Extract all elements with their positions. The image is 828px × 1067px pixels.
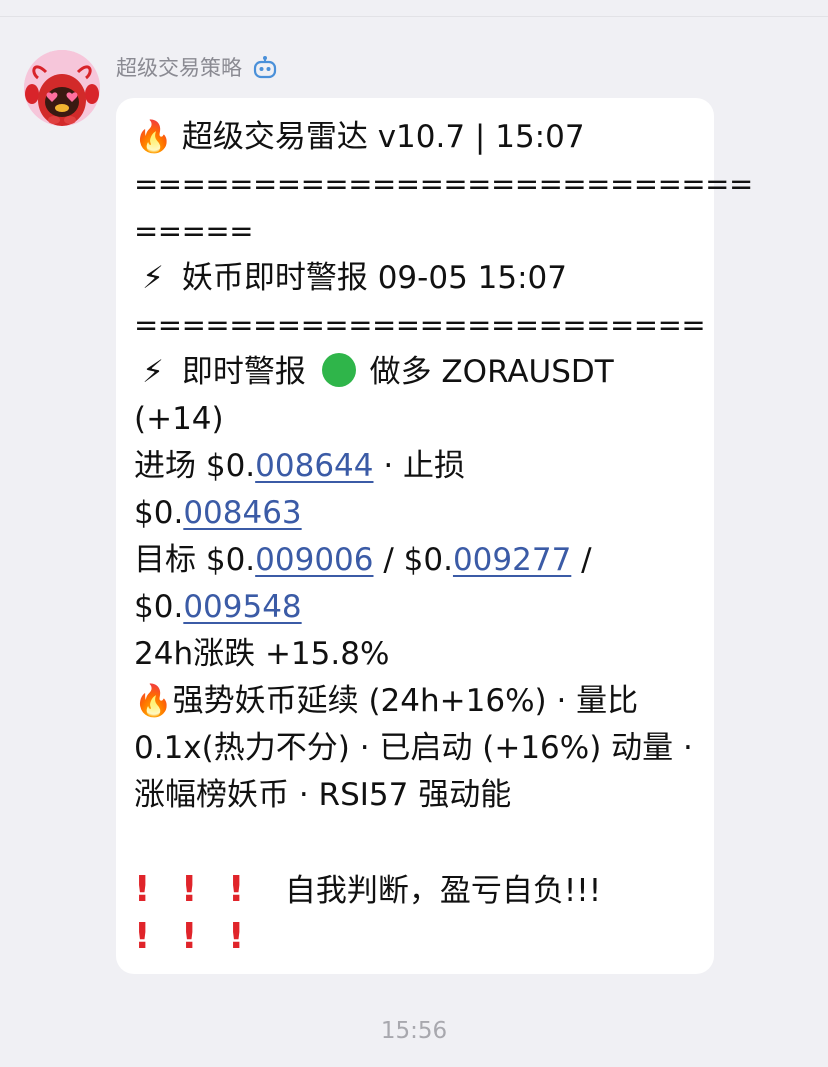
signal-score: (+14) xyxy=(134,401,224,437)
change-24h: 24h涨跌 +15.8% xyxy=(134,636,390,672)
target-separator: / xyxy=(571,542,592,578)
stop-price-link[interactable]: 008463 xyxy=(183,495,301,531)
trend-paragraph: 🔥强势妖币延续 (24h+16%) · 量比 0.1x(热力不分) · 已启动 … xyxy=(134,678,704,819)
warning-line: !!! 自我判断，盈亏自负!!! xyxy=(134,866,704,913)
sender-avatar[interactable] xyxy=(24,50,100,126)
entry-line: 进场 $0.008644 · 止损 xyxy=(134,443,704,490)
entry-label: 进场 $0. xyxy=(134,448,256,484)
lobster-mascot-avatar-icon xyxy=(24,50,100,126)
target-1-link[interactable]: 009006 xyxy=(255,542,373,578)
lightning-icon: ⚡ xyxy=(142,260,164,296)
target-2-link[interactable]: 009277 xyxy=(453,542,571,578)
message-content: 🔥 超级交易雷达 v10.7 | 15:07 =================… xyxy=(134,114,753,960)
signal-line: ⚡ 即时警报 做多 ZORAUSDT xyxy=(134,349,704,396)
entry-price-link[interactable]: 008644 xyxy=(255,448,373,484)
alert-title-line: ⚡ 妖币即时警报 09-05 15:07 xyxy=(134,255,704,302)
target-3-prefix: $0. xyxy=(134,589,184,625)
lightning-icon: ⚡ xyxy=(142,354,164,390)
target-label: 目标 $0. xyxy=(134,542,256,578)
signal-text: 做多 ZORAUSDT xyxy=(369,354,614,390)
bot-icon xyxy=(253,56,277,79)
signal-label: 即时警报 xyxy=(181,354,306,390)
exclamation-icon: ! xyxy=(228,869,245,910)
warning-text: 自我判断，盈亏自负!!! xyxy=(284,873,602,909)
exclamation-icon: ! xyxy=(181,916,198,957)
separator-line: ========================== xyxy=(134,167,753,201)
exclamation-icon: ! xyxy=(134,916,151,957)
message-header-line: 🔥 超级交易雷达 v10.7 | 15:07 xyxy=(134,114,704,161)
top-divider xyxy=(0,0,828,17)
target-line: 目标 $0.009006 / $0.009277 / xyxy=(134,537,704,584)
message-timestamp: 15:56 xyxy=(380,1018,448,1044)
sender-header: 超级交易策略 xyxy=(116,52,278,82)
exclamation-icon: ! xyxy=(181,869,198,910)
stop-line: $0.008463 xyxy=(134,490,704,537)
warning-marks-line: !!! xyxy=(134,913,704,960)
sender-name[interactable]: 超级交易策略 xyxy=(116,52,242,82)
message-header: 超级交易雷达 v10.7 | 15:07 xyxy=(181,119,585,155)
exclamation-icon: ! xyxy=(228,916,245,957)
separator-line: ======================== xyxy=(134,308,706,342)
alert-title: 妖币即时警报 09-05 15:07 xyxy=(181,260,567,296)
target-3-link[interactable]: 009548 xyxy=(183,589,301,625)
fire-icon: 🔥 xyxy=(134,683,173,719)
trend-text: 强势妖币延续 (24h+16%) · 量比 0.1x(热力不分) · 已启动 (… xyxy=(134,683,693,813)
target-3-line: $0.009548 xyxy=(134,584,704,631)
green-circle-icon xyxy=(321,353,356,387)
exclamation-icon: ! xyxy=(134,869,151,910)
separator-line: ===== xyxy=(134,214,254,248)
stop-prefix: $0. xyxy=(134,495,184,531)
target-separator: / $0. xyxy=(373,542,453,578)
stop-label: · 止损 xyxy=(373,448,466,484)
fire-icon: 🔥 xyxy=(134,119,173,155)
